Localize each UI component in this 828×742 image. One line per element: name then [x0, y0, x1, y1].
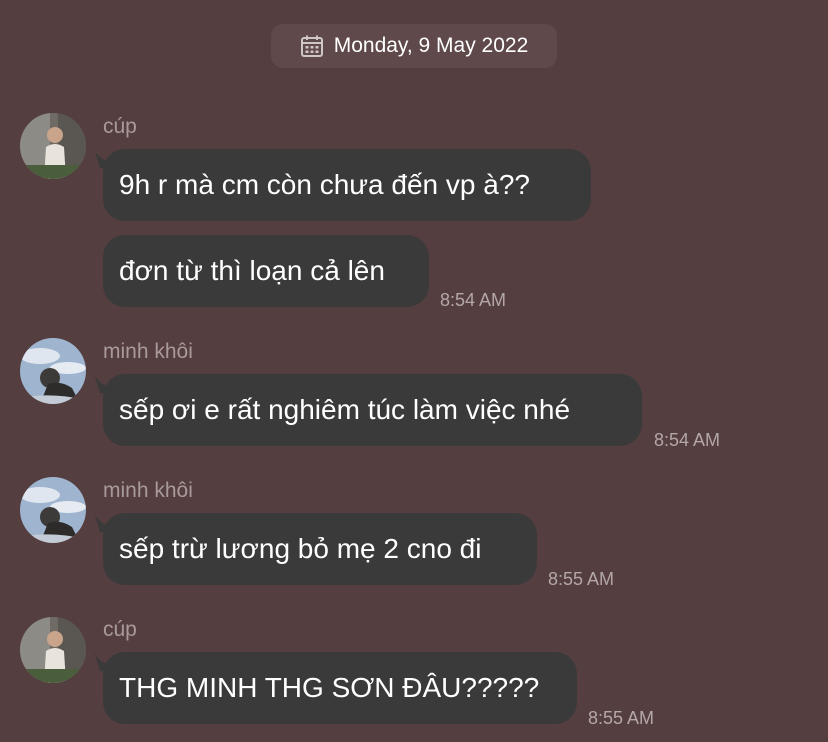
date-header: Monday, 9 May 2022 — [271, 24, 557, 68]
message-bubble[interactable]: sếp trừ lương bỏ mẹ 2 cno đi — [103, 513, 537, 585]
sender-name: minh khôi — [103, 340, 193, 363]
sender-name: minh khôi — [103, 479, 193, 502]
message-bubble[interactable]: THG MINH THG SƠN ĐÂU????? — [103, 652, 577, 724]
calendar-icon — [300, 34, 324, 58]
sender-name: cúp — [103, 618, 137, 641]
date-text: Monday, 9 May 2022 — [333, 34, 529, 57]
sender-name: cúp — [103, 115, 137, 138]
timestamp: 8:54 AM — [654, 430, 721, 450]
timestamp: 8:54 AM — [440, 290, 507, 310]
timestamp: 8:55 AM — [548, 569, 615, 589]
timestamp: 8:55 AM — [588, 708, 655, 728]
message-bubble[interactable]: đơn từ thì loạn cả lên — [103, 235, 429, 307]
message-bubble[interactable]: sếp ơi e rất nghiêm túc làm việc nhé — [103, 374, 642, 446]
avatar[interactable] — [20, 113, 86, 179]
avatar[interactable] — [20, 338, 86, 404]
message-bubble[interactable]: 9h r mà cm còn chưa đến vp à?? — [103, 149, 591, 221]
avatar[interactable] — [20, 477, 86, 543]
avatar[interactable] — [20, 617, 86, 683]
